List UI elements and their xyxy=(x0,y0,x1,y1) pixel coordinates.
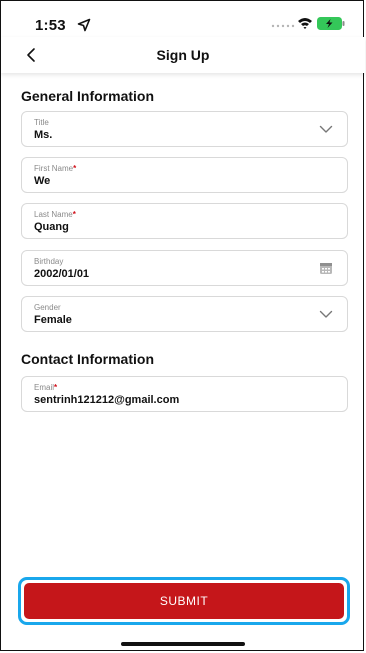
title-label: Title xyxy=(34,118,49,127)
signal-icon xyxy=(271,24,295,28)
birthday-field[interactable]: Birthday 2002/01/01 xyxy=(21,250,348,286)
title-select[interactable]: Title Ms. xyxy=(21,111,348,147)
wifi-icon xyxy=(298,18,312,29)
phone-screen: 1:53 Sign Up General Information Title M… xyxy=(0,0,365,651)
location-arrow-icon xyxy=(77,18,91,32)
home-indicator xyxy=(121,642,245,646)
required-marker: * xyxy=(54,383,58,392)
battery-charging-icon xyxy=(317,17,345,30)
email-input[interactable] xyxy=(34,394,314,406)
first-name-field[interactable]: First Name* xyxy=(21,157,348,193)
first-name-input[interactable] xyxy=(34,175,314,187)
page-title: Sign Up xyxy=(156,47,210,63)
last-name-label: Last Name* xyxy=(34,210,76,219)
birthday-label: Birthday xyxy=(34,257,64,266)
calendar-icon[interactable] xyxy=(319,261,333,275)
required-marker: * xyxy=(73,164,77,173)
gender-label: Gender xyxy=(34,303,61,312)
submit-button[interactable]: SUBMIT xyxy=(24,583,344,619)
birthday-value: 2002/01/01 xyxy=(34,268,90,280)
required-marker: * xyxy=(72,210,76,219)
submit-focus-ring: SUBMIT xyxy=(18,577,350,625)
status-time: 1:53 xyxy=(35,17,66,34)
email-field[interactable]: Email* xyxy=(21,376,348,412)
chevron-down-icon xyxy=(319,125,333,133)
last-name-field[interactable]: Last Name* xyxy=(21,203,348,239)
contact-information-heading: Contact Information xyxy=(21,351,154,367)
first-name-label: First Name* xyxy=(34,164,77,173)
nav-header: Sign Up xyxy=(1,37,365,73)
title-value: Ms. xyxy=(34,129,53,141)
email-label: Email* xyxy=(34,383,58,392)
gender-select[interactable]: Gender Female xyxy=(21,296,348,332)
chevron-down-icon xyxy=(319,310,333,318)
general-information-heading: General Information xyxy=(21,88,155,104)
last-name-input[interactable] xyxy=(34,221,314,233)
status-bar: 1:53 xyxy=(1,1,365,37)
gender-value: Female xyxy=(34,314,72,326)
